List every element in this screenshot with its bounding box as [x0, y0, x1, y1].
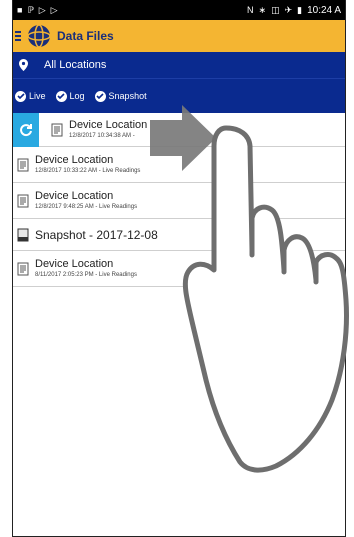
filter-log-label: Log — [69, 91, 85, 101]
app-title: Data Files — [57, 29, 114, 43]
file-title: Snapshot - 2017-12-08 — [35, 227, 158, 242]
list-item[interactable]: Device Location 12/8/2017 10:34:38 AM - — [13, 112, 345, 147]
file-subtitle: 8/11/2017 2:05:23 PM - Live Readings — [35, 271, 137, 278]
nfc-icon: N — [247, 4, 254, 15]
menu-icon[interactable] — [15, 31, 21, 41]
location-label: All Locations — [44, 59, 107, 71]
filter-live[interactable]: Live — [15, 90, 46, 102]
document-icon — [17, 228, 29, 241]
check-circle-icon — [94, 90, 106, 102]
location-selector[interactable]: All Locations — [13, 52, 345, 78]
bluetooth-icon: ∗ — [258, 4, 267, 15]
vibrate-icon: ◫ — [271, 4, 280, 15]
status-bar: ■ ℙ ▷ ▷ N ∗ ◫ ✈ ▮ 10:24 A — [13, 0, 345, 20]
check-circle-icon — [55, 90, 67, 102]
wifi-icon: ℙ — [27, 4, 34, 15]
file-subtitle: 12/8/2017 10:33:22 AM - Live Readings — [35, 167, 141, 174]
device-screen: ■ ℙ ▷ ▷ N ∗ ◫ ✈ ▮ 10:24 A Data Files All… — [12, 0, 346, 537]
play-icon: ▷ — [50, 4, 58, 15]
list-item[interactable]: Device Location 12/8/2017 10:33:22 AM - … — [13, 147, 345, 183]
notification-icon: ■ — [17, 4, 23, 15]
document-icon — [17, 262, 29, 275]
battery-icon: ▮ — [297, 4, 303, 15]
filter-log[interactable]: Log — [55, 90, 85, 102]
play-icon: ▷ — [38, 4, 46, 15]
location-pin-icon — [19, 59, 28, 71]
check-circle-icon — [15, 90, 26, 102]
file-title: Device Location — [35, 153, 114, 166]
sync-icon[interactable] — [13, 112, 39, 147]
document-icon — [17, 158, 29, 171]
list-item[interactable]: Device Location 12/8/2017 9:48:25 AM - L… — [13, 183, 345, 219]
filter-snapshot-label: Snapshot — [108, 91, 147, 101]
file-subtitle: 12/8/2017 10:34:38 AM - — [69, 132, 135, 139]
filter-live-label: Live — [29, 91, 46, 101]
filter-bar: Live Log Snapshot — [13, 78, 345, 113]
file-title: Device Location — [69, 118, 148, 131]
list-item[interactable]: Snapshot - 2017-12-08 — [13, 219, 345, 251]
status-time: 10:24 A — [307, 4, 341, 16]
file-title: Device Location — [35, 189, 114, 202]
app-logo — [27, 24, 51, 48]
file-list: Device Location 12/8/2017 10:34:38 AM - … — [13, 112, 345, 287]
app-bar: Data Files — [13, 20, 345, 52]
document-icon — [51, 123, 63, 136]
airplane-icon: ✈ — [284, 4, 293, 15]
file-subtitle: 12/8/2017 9:48:25 AM - Live Readings — [35, 203, 138, 210]
list-item[interactable]: Device Location 8/11/2017 2:05:23 PM - L… — [13, 251, 345, 287]
filter-snapshot[interactable]: Snapshot — [94, 90, 147, 102]
document-icon — [17, 194, 29, 207]
file-title: Device Location — [35, 257, 114, 270]
